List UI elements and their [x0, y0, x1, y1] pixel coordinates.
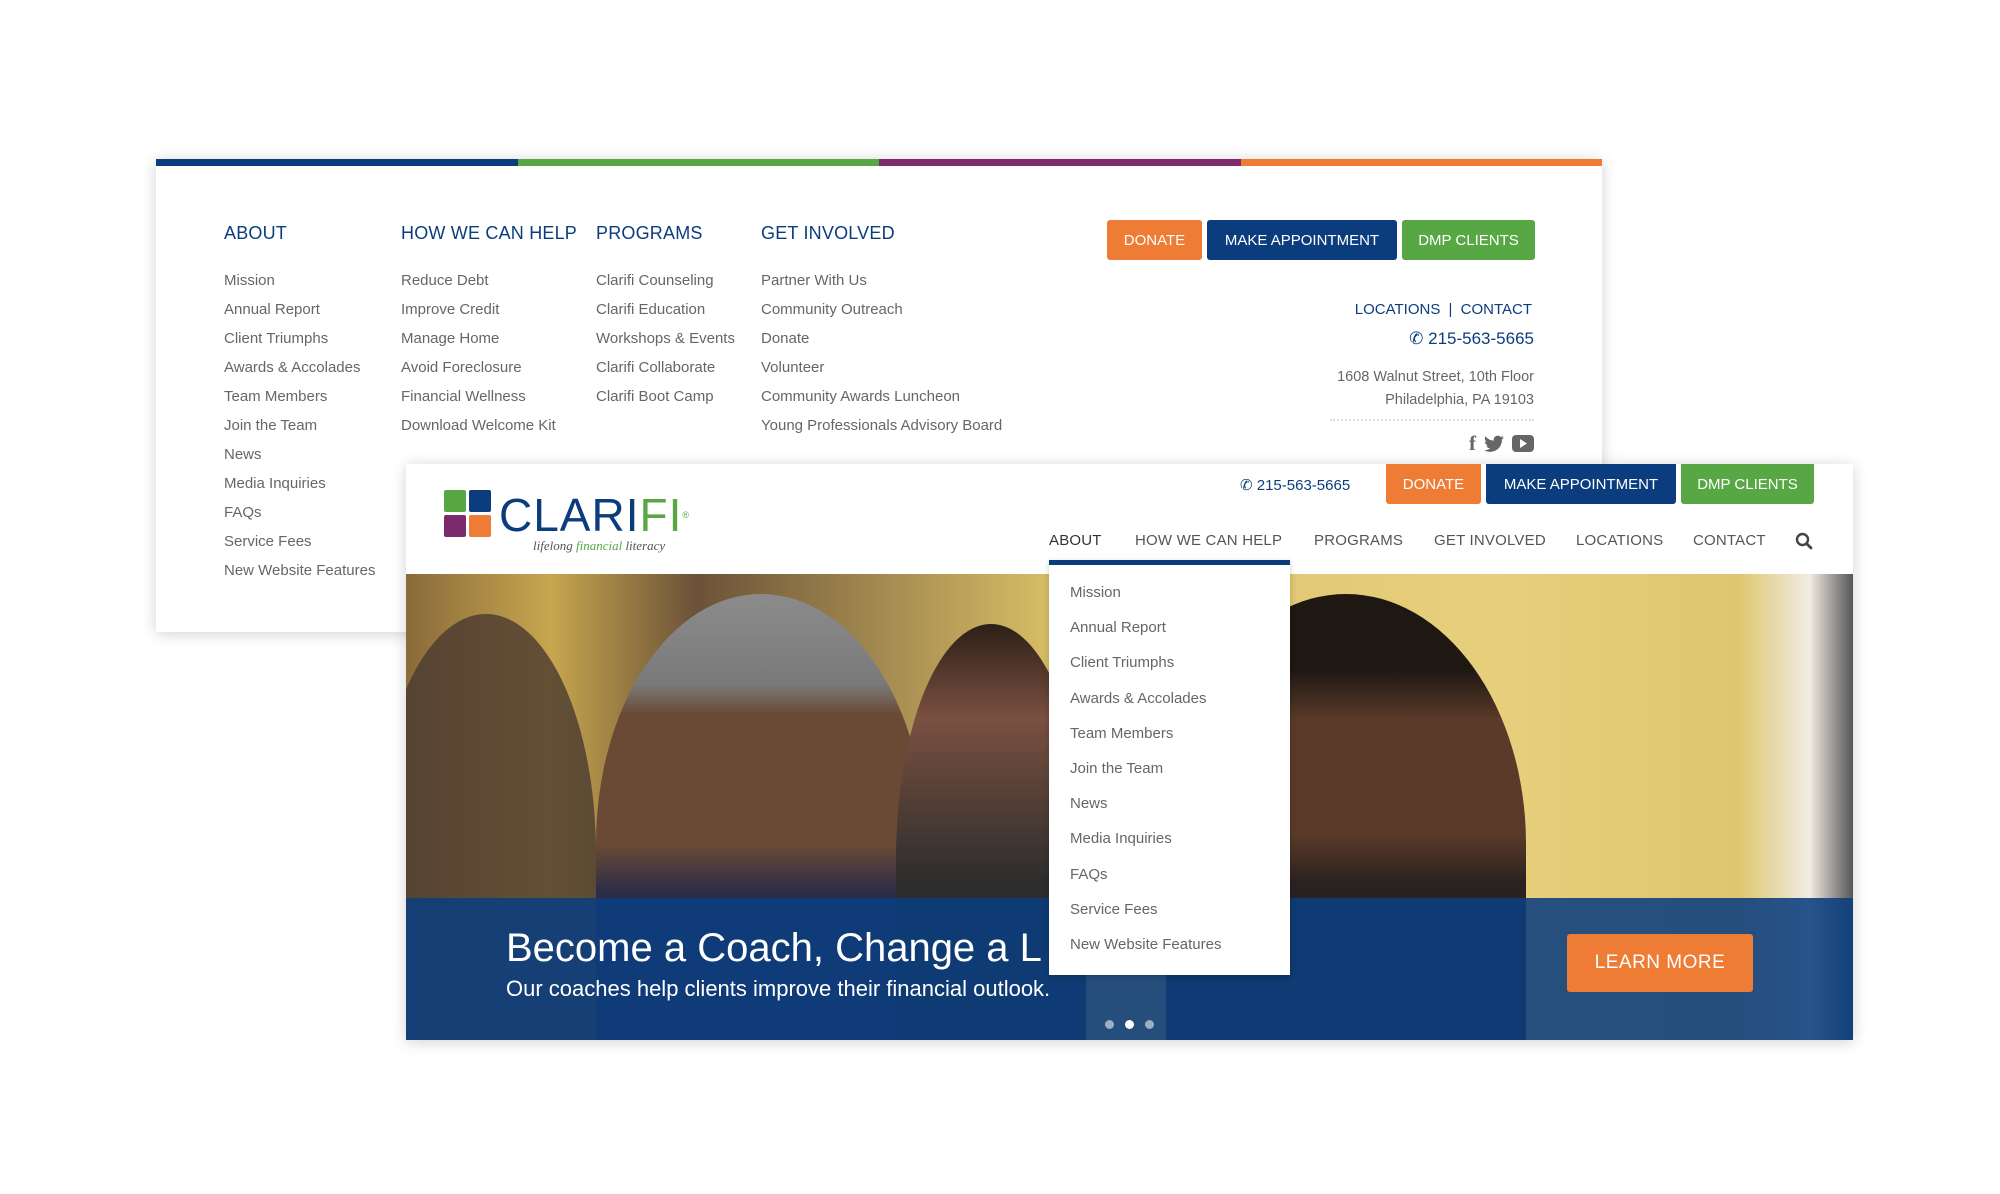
- menu-link[interactable]: Community Awards Luncheon: [761, 382, 1002, 411]
- menu-column-help: HOW WE CAN HELP Reduce Debt Improve Cred…: [401, 223, 577, 440]
- color-bar-green: [517, 159, 879, 166]
- dropdown-item[interactable]: News: [1049, 786, 1290, 821]
- utility-links: LOCATIONS | CONTACT: [1355, 301, 1532, 318]
- menu-column-programs: PROGRAMS Clarifi Counseling Clarifi Educ…: [596, 223, 735, 411]
- contact-link[interactable]: CONTACT: [1461, 301, 1532, 318]
- menu-link[interactable]: Workshops & Events: [596, 324, 735, 353]
- hero-subtitle: Our coaches help clients improve their f…: [506, 976, 1051, 1001]
- phone-icon: ✆: [1240, 477, 1257, 494]
- phone-icon: ✆: [1409, 329, 1429, 348]
- menu-link[interactable]: Reduce Debt: [401, 266, 577, 295]
- color-bar-navy: [156, 159, 518, 166]
- menu-link[interactable]: Join the Team: [224, 411, 375, 440]
- menu-link[interactable]: Client Triumphs: [224, 324, 375, 353]
- nav-get-involved[interactable]: GET INVOLVED: [1434, 532, 1546, 549]
- logo-tagline: lifelong financial literacy: [533, 538, 666, 553]
- logo-mark-icon: [444, 490, 491, 537]
- nav-how-we-can-help[interactable]: HOW WE CAN HELP: [1135, 532, 1282, 549]
- carousel-dot[interactable]: [1105, 1020, 1114, 1029]
- menu-link[interactable]: Awards & Accolades: [224, 353, 375, 382]
- social-links: f: [1469, 431, 1534, 456]
- dropdown-item[interactable]: Annual Report: [1049, 610, 1290, 645]
- column-heading[interactable]: PROGRAMS: [596, 223, 735, 244]
- menu-link[interactable]: Download Welcome Kit: [401, 411, 577, 440]
- dropdown-item[interactable]: New Website Features: [1049, 927, 1290, 962]
- carousel-dot[interactable]: [1145, 1020, 1154, 1029]
- menu-link[interactable]: News: [224, 440, 375, 469]
- menu-link[interactable]: Annual Report: [224, 295, 375, 324]
- facebook-icon[interactable]: f: [1469, 431, 1476, 456]
- header-phone-link[interactable]: ✆ 215-563-5665: [1240, 476, 1350, 494]
- address: 1608 Walnut Street, 10th Floor Philadelp…: [1337, 366, 1534, 412]
- column-heading[interactable]: GET INVOLVED: [761, 223, 1002, 244]
- menu-link[interactable]: Team Members: [224, 382, 375, 411]
- menu-link[interactable]: Mission: [224, 266, 375, 295]
- menu-column-get-involved: GET INVOLVED Partner With Us Community O…: [761, 223, 1002, 440]
- menu-link[interactable]: FAQs: [224, 498, 375, 527]
- hero-headline: Become a Coach, Change a L: [506, 926, 1042, 970]
- dropdown-item[interactable]: Awards & Accolades: [1049, 681, 1290, 716]
- menu-link[interactable]: Manage Home: [401, 324, 577, 353]
- dmp-clients-button[interactable]: DMP CLIENTS: [1681, 464, 1814, 504]
- nav-programs[interactable]: PROGRAMS: [1314, 532, 1403, 549]
- menu-link[interactable]: Donate: [761, 324, 1002, 353]
- logo-wordmark: CLARIFI®: [499, 489, 691, 541]
- menu-link[interactable]: Volunteer: [761, 353, 1002, 382]
- menu-link[interactable]: Partner With Us: [761, 266, 1002, 295]
- phone-number: 215-563-5665: [1256, 477, 1351, 494]
- menu-link[interactable]: Clarifi Education: [596, 295, 735, 324]
- column-heading[interactable]: HOW WE CAN HELP: [401, 223, 577, 244]
- youtube-icon[interactable]: [1512, 435, 1534, 452]
- nav-about[interactable]: ABOUT: [1049, 532, 1102, 549]
- carousel-dot-active[interactable]: [1125, 1020, 1134, 1029]
- color-bar-orange: [1240, 159, 1602, 166]
- phone-number: 215-563-5665: [1428, 329, 1534, 348]
- donate-button[interactable]: DONATE: [1386, 464, 1481, 504]
- twitter-icon[interactable]: [1484, 435, 1504, 453]
- locations-link[interactable]: LOCATIONS: [1355, 301, 1441, 318]
- dropdown-item[interactable]: Mission: [1049, 575, 1290, 610]
- dropdown-item[interactable]: Client Triumphs: [1049, 645, 1290, 680]
- address-line: 1608 Walnut Street, 10th Floor: [1337, 369, 1534, 385]
- nav-locations[interactable]: LOCATIONS: [1576, 532, 1663, 549]
- menu-link[interactable]: Service Fees: [224, 527, 375, 556]
- menu-link[interactable]: Clarifi Boot Camp: [596, 382, 735, 411]
- menu-link[interactable]: Avoid Foreclosure: [401, 353, 577, 382]
- menu-link[interactable]: Improve Credit: [401, 295, 577, 324]
- color-bar-purple: [879, 159, 1241, 166]
- nav-contact[interactable]: CONTACT: [1693, 532, 1766, 549]
- dropdown-item[interactable]: Join the Team: [1049, 751, 1290, 786]
- menu-link[interactable]: Media Inquiries: [224, 469, 375, 498]
- dropdown-item[interactable]: Team Members: [1049, 716, 1290, 751]
- make-appointment-button[interactable]: MAKE APPOINTMENT: [1486, 464, 1676, 504]
- phone-link[interactable]: ✆ 215-563-5665: [1409, 329, 1534, 349]
- menu-link[interactable]: Clarifi Counseling: [596, 266, 735, 295]
- make-appointment-button[interactable]: MAKE APPOINTMENT: [1207, 220, 1397, 260]
- clarifi-logo[interactable]: CLARIFI®: [444, 489, 691, 541]
- dmp-clients-button[interactable]: DMP CLIENTS: [1402, 220, 1535, 260]
- about-dropdown-menu: Mission Annual Report Client Triumphs Aw…: [1049, 560, 1290, 975]
- site-preview-panel: CLARIFI® lifelong financial literacy ✆ 2…: [406, 464, 1853, 1040]
- menu-link[interactable]: Young Professionals Advisory Board: [761, 411, 1002, 440]
- dropdown-item[interactable]: Service Fees: [1049, 892, 1290, 927]
- divider: |: [1448, 301, 1453, 318]
- learn-more-button[interactable]: LEARN MORE: [1567, 934, 1753, 992]
- menu-column-about: ABOUT Mission Annual Report Client Trium…: [224, 223, 375, 585]
- dropdown-item[interactable]: FAQs: [1049, 857, 1290, 892]
- menu-link[interactable]: Financial Wellness: [401, 382, 577, 411]
- menu-link[interactable]: Clarifi Collaborate: [596, 353, 735, 382]
- address-line: Philadelphia, PA 19103: [1385, 392, 1534, 408]
- column-heading[interactable]: ABOUT: [224, 223, 375, 244]
- menu-link[interactable]: New Website Features: [224, 556, 375, 585]
- dropdown-item[interactable]: Media Inquiries: [1049, 821, 1290, 856]
- search-icon[interactable]: [1795, 532, 1813, 550]
- donate-button[interactable]: DONATE: [1107, 220, 1202, 260]
- divider: [1330, 419, 1534, 421]
- menu-link[interactable]: Community Outreach: [761, 295, 1002, 324]
